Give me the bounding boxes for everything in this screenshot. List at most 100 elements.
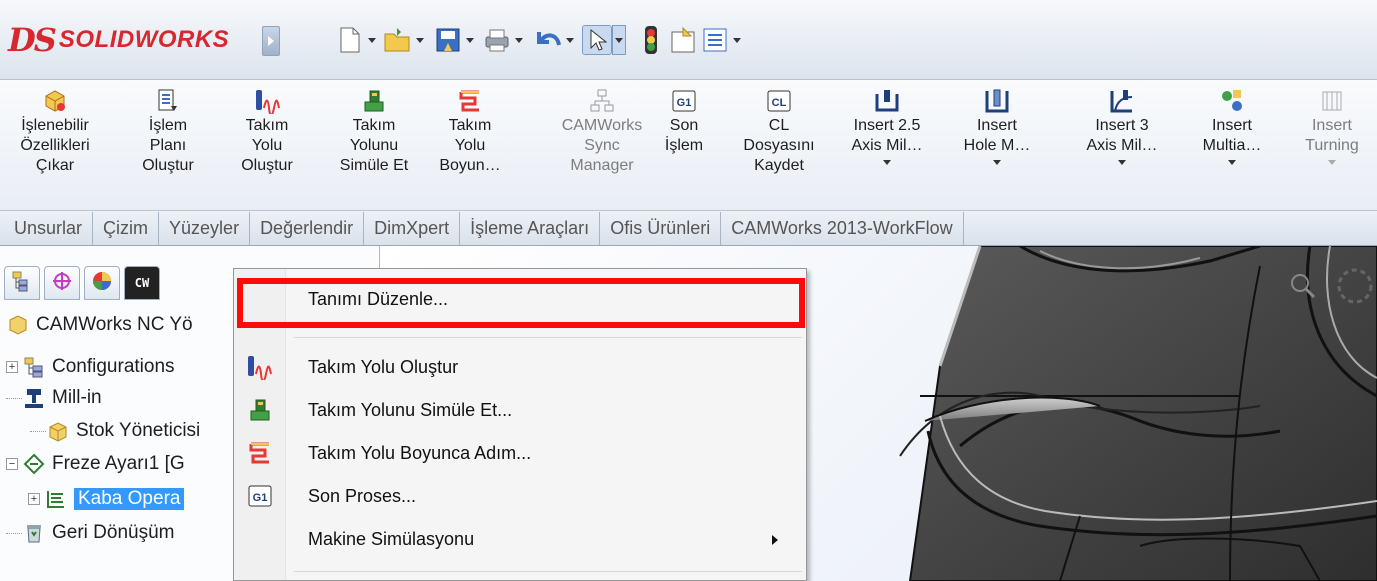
tree-item[interactable]: + Kaba Opera: [28, 484, 185, 514]
select-button[interactable]: [582, 22, 626, 58]
dropdown-arrow-icon[interactable]: [1118, 160, 1126, 165]
print-button[interactable]: [482, 22, 526, 58]
ribbon-label: Takım: [352, 117, 396, 134]
ribbon-label: Dosyasını: [743, 137, 815, 154]
options-button[interactable]: [700, 22, 744, 58]
menu-item[interactable]: G1 Son Proses...: [234, 477, 806, 515]
extract-features-icon: [42, 88, 68, 114]
menu-expand-arrow-icon[interactable]: [262, 26, 280, 56]
tree-item-label: Mill-in: [52, 387, 102, 408]
takim-yolu-boyunca-button[interactable]: Takım Yolu Boyun…: [424, 88, 516, 176]
son-islem-button[interactable]: G1 Son İşlem: [661, 88, 707, 156]
ribbon-label: Manager: [570, 157, 634, 174]
tab-item[interactable]: Yüzeyler: [159, 212, 251, 245]
insert-25-button[interactable]: Insert 2.5 Axis Mil…: [837, 88, 937, 165]
undo-button[interactable]: [533, 22, 577, 58]
dropdown-arrow-icon[interactable]: [1228, 160, 1236, 165]
solidworks-logo[interactable]: DS SOLIDWORKS: [8, 18, 229, 62]
ribbon-label: Insert: [976, 117, 1017, 134]
ribbon-label: Oluştur: [142, 157, 194, 174]
tab-item[interactable]: Çizim: [93, 212, 160, 245]
dropdown-arrow-icon[interactable]: [993, 160, 1001, 165]
ribbon-label: Axis Mil…: [851, 137, 923, 154]
menu-item[interactable]: Tanımı Düzenle...: [234, 280, 806, 318]
simulate-toolpath-icon: [361, 88, 387, 114]
tree-expander-icon[interactable]: +: [28, 493, 40, 505]
tree-item[interactable]: Geri Dönüşüm: [6, 518, 175, 548]
ribbon-label: Multia…: [1202, 137, 1262, 154]
ribbon-label: İşlem: [664, 137, 704, 154]
tab-item[interactable]: İşleme Araçları: [460, 212, 601, 245]
islenebilir-button[interactable]: İşlenebilir Özellikleri Çıkar: [10, 88, 100, 176]
select-cursor-icon: [582, 25, 612, 55]
tab-item[interactable]: CAMWorks 2013-WorkFlow: [721, 212, 964, 245]
cl-dosyasi-button[interactable]: CL CL Dosyasını Kaydet: [733, 88, 825, 176]
ribbon-label: Yolu: [454, 137, 486, 154]
target-icon: [51, 270, 73, 297]
ribbon-label: Takım: [245, 117, 289, 134]
insert-multia-button[interactable]: Insert Multia…: [1195, 88, 1269, 165]
step-through-toolpath-icon: [457, 88, 483, 114]
new-document-button[interactable]: [335, 22, 379, 58]
submenu-arrow-icon: [772, 535, 778, 545]
insert-2-5-axis-icon: [874, 88, 900, 114]
tab-item[interactable]: Ofis Ürünleri: [600, 212, 722, 245]
ribbon-label: Takım: [448, 117, 492, 134]
mill-machine-icon: [22, 386, 46, 410]
rebuild-button[interactable]: [636, 22, 666, 58]
tree-item[interactable]: − Freze Ayarı1 [G: [6, 449, 185, 479]
ribbon-label: Insert: [1311, 117, 1352, 134]
insert-3-button[interactable]: Insert 3 Axis Mil…: [1074, 88, 1170, 165]
open-button[interactable]: [383, 22, 427, 58]
tree-item-label: Kaba Opera: [74, 488, 185, 510]
insert-turning-button[interactable]: Insert Turning: [1297, 88, 1367, 165]
tree-expander-icon[interactable]: +: [6, 361, 18, 373]
operation-plan-icon: [155, 88, 181, 114]
save-button[interactable]: [433, 22, 477, 58]
insert-multiaxis-icon: [1219, 88, 1245, 114]
options-dropdown-icon[interactable]: [730, 38, 744, 43]
islem-plani-button[interactable]: İşlem Planı Oluştur: [133, 88, 203, 176]
takim-yolu-olustur-button[interactable]: Takım Yolu Oluştur: [230, 88, 304, 176]
takim-yolunu-simule-button[interactable]: Takım Yolunu Simüle Et: [323, 88, 425, 176]
tree-item[interactable]: Stok Yöneticisi: [30, 416, 200, 446]
new-dropdown-icon[interactable]: [365, 38, 379, 43]
menu-item[interactable]: Takım Yolu Boyunca Adım...: [234, 434, 806, 472]
recycle-bin-icon: [22, 521, 46, 545]
menu-item[interactable]: Takım Yolu Oluştur: [234, 348, 806, 386]
ribbon-label: Özellikleri: [20, 137, 90, 154]
feature-tree-tab[interactable]: [4, 266, 40, 300]
tree-connector: [6, 397, 22, 399]
select-dropdown-icon[interactable]: [612, 25, 626, 55]
insert-turning-icon: [1319, 88, 1345, 114]
tab-item[interactable]: Değerlendir: [250, 212, 365, 245]
save-dropdown-icon[interactable]: [463, 38, 477, 43]
menu-item[interactable]: Takım Yolunu Simüle Et...: [234, 391, 806, 429]
undo-dropdown-icon[interactable]: [563, 38, 577, 43]
tree-item[interactable]: Mill-in: [6, 383, 102, 413]
ribbon-label: Insert 3: [1095, 117, 1149, 134]
tab-item[interactable]: Unsurlar: [4, 212, 94, 245]
rough-operation-icon: [44, 487, 68, 511]
camworks-tab[interactable]: CW: [124, 266, 160, 300]
stock-manager-icon: [46, 419, 70, 443]
camworks-sync-button[interactable]: CAMWorks Sync Manager: [552, 88, 652, 176]
file-properties-button[interactable]: [668, 22, 698, 58]
tree-root[interactable]: CAMWorks NC Yö: [6, 310, 193, 340]
ribbon-label: Yolunu: [349, 137, 399, 154]
tree-item-label: Geri Dönüşüm: [52, 522, 175, 543]
print-dropdown-icon[interactable]: [512, 38, 526, 43]
ribbon-label: Boyun…: [439, 157, 501, 174]
tree-expander-icon[interactable]: −: [6, 458, 18, 470]
tree-connector: [30, 430, 46, 432]
g1-post-process-icon: G1: [234, 483, 286, 509]
dropdown-arrow-icon[interactable]: [883, 160, 891, 165]
open-dropdown-icon[interactable]: [413, 38, 427, 43]
insert-hole-button[interactable]: Insert Hole M…: [955, 88, 1039, 165]
dropdown-arrow-icon[interactable]: [1328, 160, 1336, 165]
tab-item[interactable]: DimXpert: [364, 212, 461, 245]
tree-item[interactable]: + Configurations: [6, 352, 175, 382]
display-tab[interactable]: [84, 266, 120, 300]
menu-item[interactable]: Makine Simülasyonu: [234, 520, 806, 558]
property-tab[interactable]: [44, 266, 80, 300]
